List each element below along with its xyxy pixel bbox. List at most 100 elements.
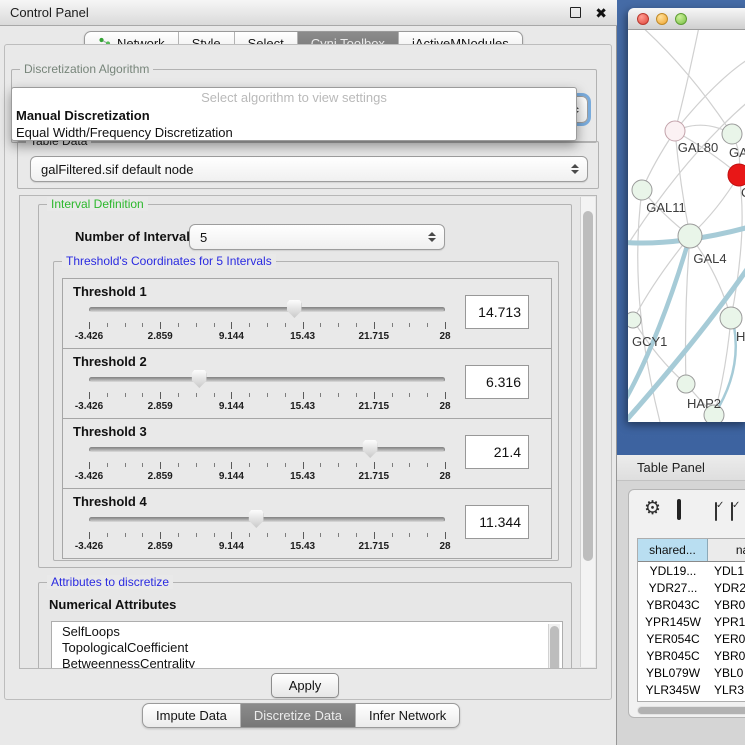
column-header-shared-name[interactable]: shared... [638, 539, 708, 561]
table-row[interactable]: YBL079WYBL0 [638, 664, 745, 681]
threshold-2-slider[interactable]: -3.4262.8599.14415.4321.71528 [89, 369, 445, 415]
split-panel-icon[interactable] [677, 499, 681, 520]
threshold-4-slider[interactable]: -3.4262.8599.14415.4321.71528 [89, 509, 445, 555]
table-data-combobox[interactable]: galFiltered.sif default node [30, 156, 588, 182]
float-window-icon[interactable] [570, 7, 581, 18]
slider-thumb[interactable] [192, 370, 207, 388]
table-cell[interactable]: YER0 [708, 630, 745, 647]
select-column-checkbox-icon[interactable] [731, 502, 733, 521]
column-header-name[interactable]: na [708, 539, 745, 561]
table-cell[interactable]: YBL079W [638, 664, 708, 681]
attribute-list-item[interactable]: BetweennessCentrality [62, 656, 562, 669]
threshold-1-value-field[interactable]: 14.713 [465, 295, 529, 329]
table-row[interactable]: YPR145WYPR1 [638, 613, 745, 630]
tab-impute-data[interactable]: Impute Data [143, 704, 241, 727]
table-cell[interactable]: YDL19... [638, 562, 708, 579]
threshold-2-value-field[interactable]: 6.316 [465, 365, 529, 399]
table-cell[interactable]: YIL0 [708, 698, 745, 702]
tab-discretize-data[interactable]: Discretize Data [241, 704, 356, 727]
close-traffic-light-icon[interactable] [637, 13, 649, 25]
threshold-1-slider[interactable]: -3.4262.8599.14415.4321.71528 [89, 299, 445, 345]
table-cell[interactable]: YBR045C [638, 647, 708, 664]
node-red-selected[interactable] [728, 164, 745, 186]
table-data-value: galFiltered.sif default node [41, 162, 193, 177]
slider-track[interactable] [89, 377, 445, 382]
threshold-4-panel: Threshold 4 -3.4262.8599.14415.4321.7152… [62, 488, 552, 559]
tab-infer-network[interactable]: Infer Network [356, 704, 459, 727]
table-row[interactable]: YER054CYER0 [638, 630, 745, 647]
minimize-traffic-light-icon[interactable] [656, 13, 668, 25]
attribute-list-item[interactable]: TopologicalCoefficient [62, 640, 562, 656]
node-gcy1[interactable] [628, 312, 641, 328]
slider-tick [392, 323, 393, 327]
slider-tick-label: 28 [439, 471, 450, 482]
node-gal4[interactable] [678, 224, 702, 248]
scrollbar-thumb[interactable] [638, 707, 745, 714]
slider-tick [427, 463, 428, 467]
slider-tick [338, 463, 339, 467]
dropdown-option-equal-width[interactable]: Equal Width/Frequency Discretization [12, 124, 576, 141]
table-cell[interactable]: YBR043C [638, 596, 708, 613]
node-gal80[interactable] [665, 121, 685, 141]
table-cell[interactable]: YPR1 [708, 613, 745, 630]
node-label: C [741, 185, 745, 200]
close-icon[interactable]: ✖ [595, 6, 607, 20]
table-cell[interactable]: YLR345W [638, 681, 708, 698]
slider-tick-label: 28 [439, 331, 450, 342]
slider-track[interactable] [89, 517, 445, 522]
table-row[interactable]: YDL19...YDL1 [638, 562, 745, 579]
scrollbar-thumb[interactable] [583, 211, 593, 561]
slider-track[interactable] [89, 307, 445, 312]
table-cell[interactable]: YPR145W [638, 613, 708, 630]
table-row[interactable]: YBR043CYBR0 [638, 596, 745, 613]
network-canvas[interactable]: GAL80 GA GAL11 GAL4 GCY1 H HAP2 C [628, 30, 745, 422]
table-cell[interactable]: YIL052C [638, 698, 708, 702]
table-cell[interactable]: YDR27... [638, 579, 708, 596]
slider-thumb[interactable] [249, 510, 264, 528]
node-green[interactable] [722, 124, 742, 144]
table-cell[interactable]: YLR3 [708, 681, 745, 698]
slider-tick [320, 463, 321, 467]
slider-thumb[interactable] [363, 440, 378, 458]
node-attribute-table[interactable]: shared... na YDL19...YDL1YDR27...YDR2YBR… [637, 538, 745, 702]
settings-vertical-scrollbar[interactable] [580, 197, 595, 667]
slider-track[interactable] [89, 447, 445, 452]
network-view-window[interactable]: GAL80 GA GAL11 GAL4 GCY1 H HAP2 C [628, 8, 745, 422]
table-horizontal-scrollbar[interactable] [637, 706, 745, 715]
table-row[interactable]: YIL052CYIL0 [638, 698, 745, 702]
table-row[interactable]: YDR27...YDR2 [638, 579, 745, 596]
numerical-attributes-list[interactable]: SelfLoopsTopologicalCoefficientBetweenne… [51, 621, 563, 669]
threshold-3-slider[interactable]: -3.4262.8599.14415.4321.71528 [89, 439, 445, 485]
gear-icon[interactable]: ⚙ [644, 499, 661, 518]
dropdown-option-manual[interactable]: Manual Discretization [12, 107, 576, 124]
table-cell[interactable]: YBL0 [708, 664, 745, 681]
threshold-2-panel: Threshold 2 -3.4262.8599.14415.4321.7152… [62, 348, 552, 419]
slider-tick [89, 462, 90, 469]
scrollbar-thumb[interactable] [550, 626, 559, 669]
node-green[interactable] [720, 307, 742, 329]
table-cell[interactable]: YBR0 [708, 596, 745, 613]
zoom-traffic-light-icon[interactable] [675, 13, 687, 25]
select-column-checkbox-icon[interactable] [715, 502, 717, 521]
slider-tick-label: -3.426 [75, 401, 103, 412]
slider-tick [249, 323, 250, 327]
node-gal11[interactable] [632, 180, 652, 200]
slider-tick [196, 323, 197, 327]
table-cell[interactable]: YER054C [638, 630, 708, 647]
table-cell[interactable]: YDL1 [708, 562, 745, 579]
slider-tick [392, 463, 393, 467]
attributes-list-scrollbar[interactable] [548, 624, 560, 669]
threshold-4-value-field[interactable]: 11.344 [465, 505, 529, 539]
apply-button[interactable]: Apply [271, 673, 339, 698]
dropdown-hint: Select algorithm to view settings [12, 88, 576, 107]
slider-thumb[interactable] [287, 300, 302, 318]
tab-infer-network-label: Infer Network [369, 708, 446, 723]
threshold-3-value-field[interactable]: 21.4 [465, 435, 529, 469]
attribute-list-item[interactable]: SelfLoops [62, 624, 562, 640]
node-hap2[interactable] [677, 375, 695, 393]
number-of-intervals-combobox[interactable]: 5 [189, 224, 445, 250]
table-row[interactable]: YLR345WYLR3 [638, 681, 745, 698]
table-cell[interactable]: YBR0 [708, 647, 745, 664]
table-row[interactable]: YBR045CYBR0 [638, 647, 745, 664]
table-cell[interactable]: YDR2 [708, 579, 745, 596]
